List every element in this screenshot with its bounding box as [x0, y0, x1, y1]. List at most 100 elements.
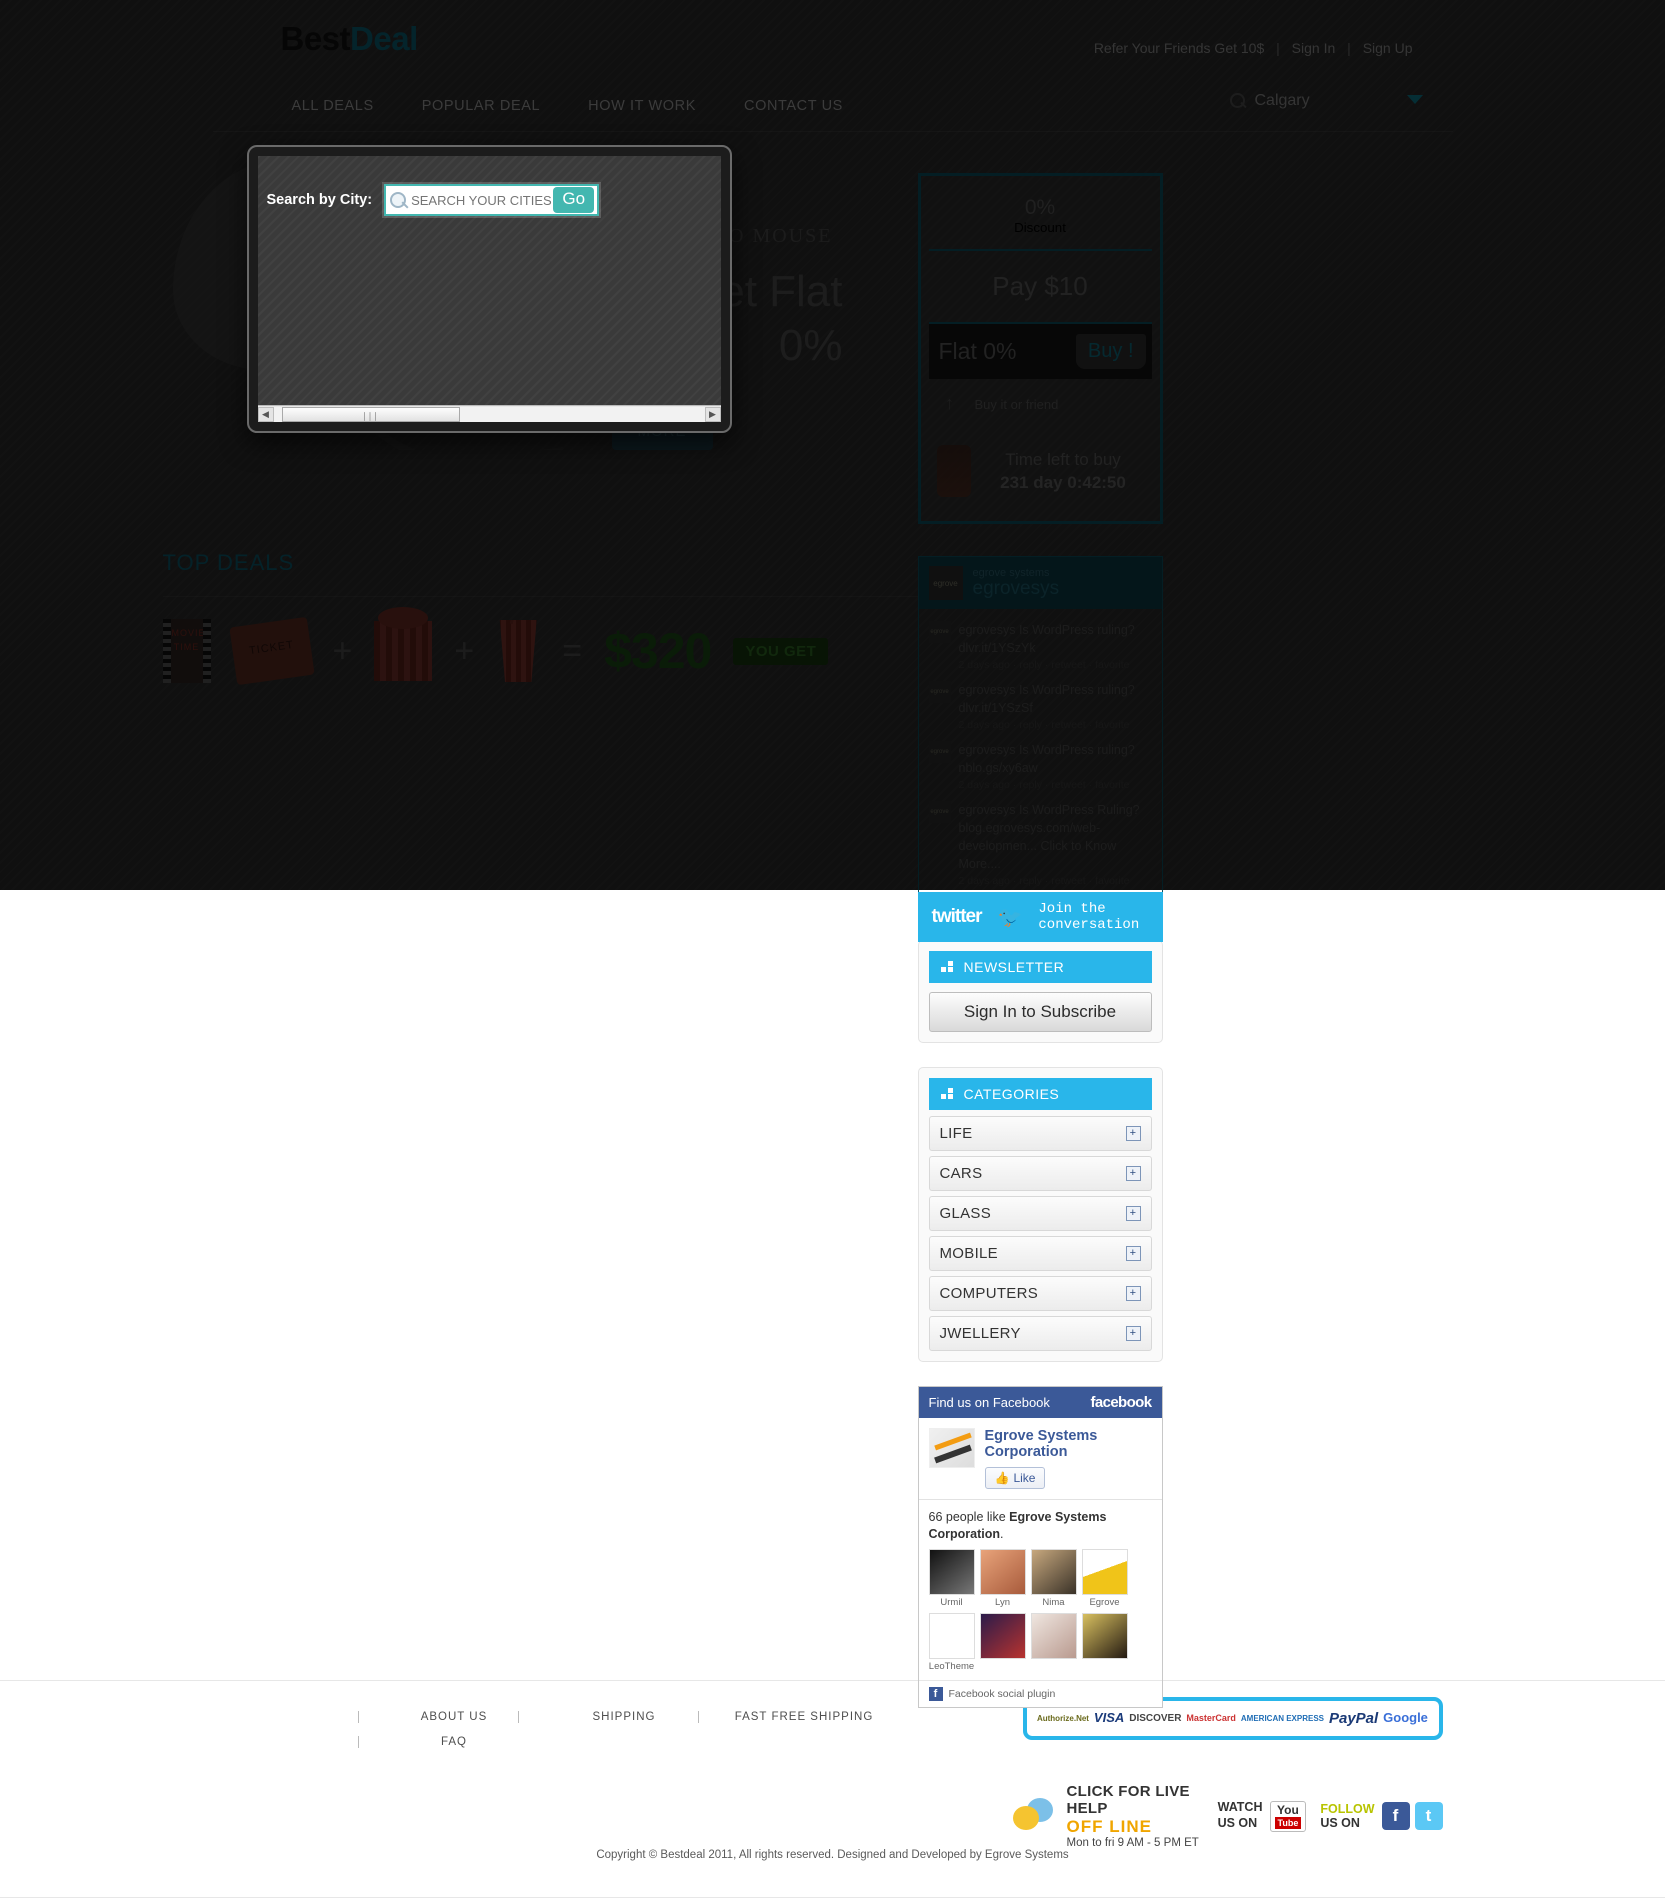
- category-label: COMPUTERS: [939, 1285, 1039, 1302]
- tweet-body: egrovesys Is WordPress ruling? dlvr.it/1…: [959, 681, 1152, 731]
- tweet-avatar: egrove: [928, 681, 951, 704]
- site-logo[interactable]: BestDeal: [280, 20, 419, 58]
- tweet-meta: 2 days ago · reply · retweet · favorite: [958, 719, 1130, 732]
- tweet-text: egrovesys Is WordPress ruling? dlvr.it/1…: [958, 683, 1135, 716]
- tweet-item[interactable]: egrove egrovesys Is WordPress Ruling? bl…: [919, 793, 1162, 889]
- copyright-text: Copyright © Bestdeal 2011, All rights re…: [596, 1849, 1069, 1861]
- deal-formula: MOVIE TIME TICKET + + = $320 YOU GET: [162, 607, 923, 686]
- city-search-box[interactable]: Go: [384, 184, 600, 216]
- twitter-feed-widget: egrove egrove systems egrovesys egrove e…: [917, 556, 1163, 901]
- top-link-separator-2: |: [1347, 40, 1351, 56]
- category-label: JWELLERY: [939, 1325, 1021, 1342]
- city-selector[interactable]: Calgary: [1223, 88, 1423, 114]
- facebook-face[interactable]: Nima: [1030, 1549, 1077, 1608]
- scrollbar-thumb[interactable]: ∣∣∣: [281, 406, 460, 422]
- site-footer: ABOUT US FAQ SHIPPING FAST FREE SHIPPING…: [0, 1680, 1665, 1898]
- tweet-text: egrovesys Is WordPress ruling? dlvr.it/1…: [958, 623, 1135, 656]
- facebook-face[interactable]: [979, 1613, 1026, 1672]
- buy-button[interactable]: Buy !: [1075, 334, 1146, 370]
- category-item-cars[interactable]: CARS +: [928, 1156, 1152, 1191]
- go-button[interactable]: Go: [553, 187, 595, 213]
- paypal-badge: PayPal: [1328, 1710, 1379, 1727]
- expand-plus-icon[interactable]: +: [1125, 1206, 1141, 1221]
- expand-plus-icon[interactable]: +: [1125, 1326, 1141, 1341]
- sign-up-link[interactable]: Sign Up: [1363, 40, 1413, 56]
- category-item-computers[interactable]: COMPUTERS +: [928, 1276, 1152, 1311]
- facebook-face[interactable]: Lyn: [979, 1549, 1026, 1608]
- chevron-down-icon[interactable]: [1406, 95, 1423, 104]
- facebook-icon[interactable]: f: [1381, 1802, 1410, 1830]
- live-help-text[interactable]: CLICK FOR LIVE HELP OFF LINE Mon to fri …: [1067, 1783, 1204, 1849]
- expand-plus-icon[interactable]: +: [1125, 1126, 1141, 1141]
- category-item-mobile[interactable]: MOBILE +: [928, 1236, 1152, 1271]
- categories-list: LIFE + CARS + GLASS + MOBILE + COMPUTERS: [928, 1116, 1152, 1351]
- scroll-left-arrow-icon[interactable]: ◀: [257, 406, 274, 422]
- category-item-life[interactable]: LIFE +: [928, 1116, 1152, 1151]
- tweet-avatar: egrove: [928, 741, 951, 764]
- sign-in-to-subscribe-button[interactable]: Sign In to Subscribe: [928, 992, 1152, 1032]
- footer-link-fast-free-shipping[interactable]: FAST FREE SHIPPING: [697, 1711, 878, 1723]
- search-by-city-label: Search by City:: [266, 192, 373, 208]
- footer-links-column-3: FAST FREE SHIPPING: [697, 1711, 878, 1748]
- scrollbar-track[interactable]: ∣∣∣: [273, 406, 705, 422]
- footer-links-column-1: ABOUT US FAQ: [357, 1711, 518, 1748]
- scroll-right-arrow-icon[interactable]: ▶: [704, 406, 721, 422]
- avatar: [1030, 1549, 1077, 1596]
- expand-plus-icon[interactable]: +: [1125, 1286, 1141, 1301]
- buy-for-friend-row[interactable]: ↑ Buy it or friend: [929, 379, 1152, 429]
- modal-horizontal-scrollbar[interactable]: ◀ ∣∣∣ ▶: [257, 405, 721, 422]
- follow-row: FOLLOW US ON f t: [1320, 1802, 1443, 1830]
- expand-plus-icon[interactable]: +: [1125, 1246, 1141, 1261]
- tweet-item[interactable]: egrove egrovesys Is WordPress ruling? dl…: [919, 673, 1162, 733]
- footer-link-about-us[interactable]: ABOUT US: [357, 1711, 518, 1723]
- city-search-input[interactable]: [411, 192, 554, 208]
- facebook-header: Find us on Facebook facebook: [918, 1387, 1162, 1418]
- youtube-row[interactable]: WATCH US ON You Tube: [1218, 1800, 1307, 1832]
- flat-discount-row: Flat 0% Buy !: [928, 324, 1152, 380]
- footer-link-shipping[interactable]: SHIPPING: [517, 1711, 698, 1723]
- facebook-face[interactable]: Egrove: [1081, 1549, 1128, 1609]
- nav-item-popular-deal[interactable]: POPULAR DEAL: [398, 92, 564, 120]
- top-utility-links: Refer Your Friends Get 10$ | Sign In | S…: [1094, 40, 1413, 56]
- like-count-prefix: 66 people like: [928, 1510, 1010, 1525]
- facebook-face[interactable]: [1030, 1613, 1077, 1672]
- tweet-text: egrovesys Is WordPress Ruling? blog.egro…: [958, 803, 1140, 872]
- top-link-separator-1: |: [1276, 40, 1280, 56]
- category-item-glass[interactable]: GLASS +: [928, 1196, 1152, 1231]
- face-name: Urmil: [940, 1597, 963, 1609]
- logo-best-text: Best: [280, 20, 351, 57]
- search-city-modal: Search by City: Go ◀ ∣∣∣ ▶: [246, 145, 732, 433]
- facebook-f-icon: f: [928, 1687, 943, 1702]
- pay-section: Pay $10: [928, 251, 1152, 325]
- twitter-icon[interactable]: t: [1414, 1802, 1443, 1830]
- time-left-value: 231 day 0:42:50: [1000, 472, 1126, 492]
- face-name: Egrove: [1089, 1597, 1120, 1609]
- tweet-item[interactable]: egrove egrovesys Is WordPress ruling? nb…: [919, 733, 1162, 793]
- tweet-item[interactable]: egrove egrovesys Is WordPress ruling? dl…: [919, 613, 1162, 673]
- facebook-like-button[interactable]: 👍 Like: [984, 1467, 1046, 1490]
- live-help-title: CLICK FOR LIVE HELP: [1066, 1783, 1190, 1817]
- nav-item-how-it-work[interactable]: HOW IT WORK: [564, 92, 720, 120]
- sign-in-link[interactable]: Sign In: [1292, 40, 1336, 56]
- twitter-join-bar[interactable]: twitter 🐦 Join the conversation: [917, 892, 1163, 942]
- category-item-jwellery[interactable]: JWELLERY +: [928, 1316, 1152, 1351]
- facebook-face[interactable]: Urmil: [928, 1549, 975, 1609]
- newsletter-title: NEWSLETTER: [963, 959, 1065, 975]
- youtube-icon[interactable]: You Tube: [1269, 1800, 1307, 1832]
- nav-item-contact-us[interactable]: CONTACT US: [720, 92, 867, 120]
- facebook-page-name: Egrove Systems Corporation: [984, 1428, 1098, 1461]
- top-deals-title: TOP DEALS: [162, 550, 295, 575]
- logo-deal-text: Deal: [350, 20, 418, 57]
- twitter-logo-text: twitter: [931, 906, 983, 927]
- refer-friends-link[interactable]: Refer Your Friends Get 10$: [1094, 40, 1264, 56]
- expand-plus-icon[interactable]: +: [1125, 1166, 1141, 1181]
- facebook-face[interactable]: LeoTheme: [928, 1613, 975, 1672]
- facebook-face[interactable]: [1081, 1613, 1128, 1672]
- nav-item-all-deals[interactable]: ALL DEALS: [268, 92, 398, 120]
- film-label: MOVIE TIME: [171, 628, 206, 652]
- nav-divider: [212, 131, 1453, 132]
- twitter-account-header[interactable]: egrove egrove systems egrovesys: [918, 557, 1162, 610]
- footer-link-faq[interactable]: FAQ: [357, 1736, 518, 1748]
- avatar: [928, 1613, 975, 1660]
- follow-us-on-label: FOLLOW US ON: [1320, 1802, 1374, 1830]
